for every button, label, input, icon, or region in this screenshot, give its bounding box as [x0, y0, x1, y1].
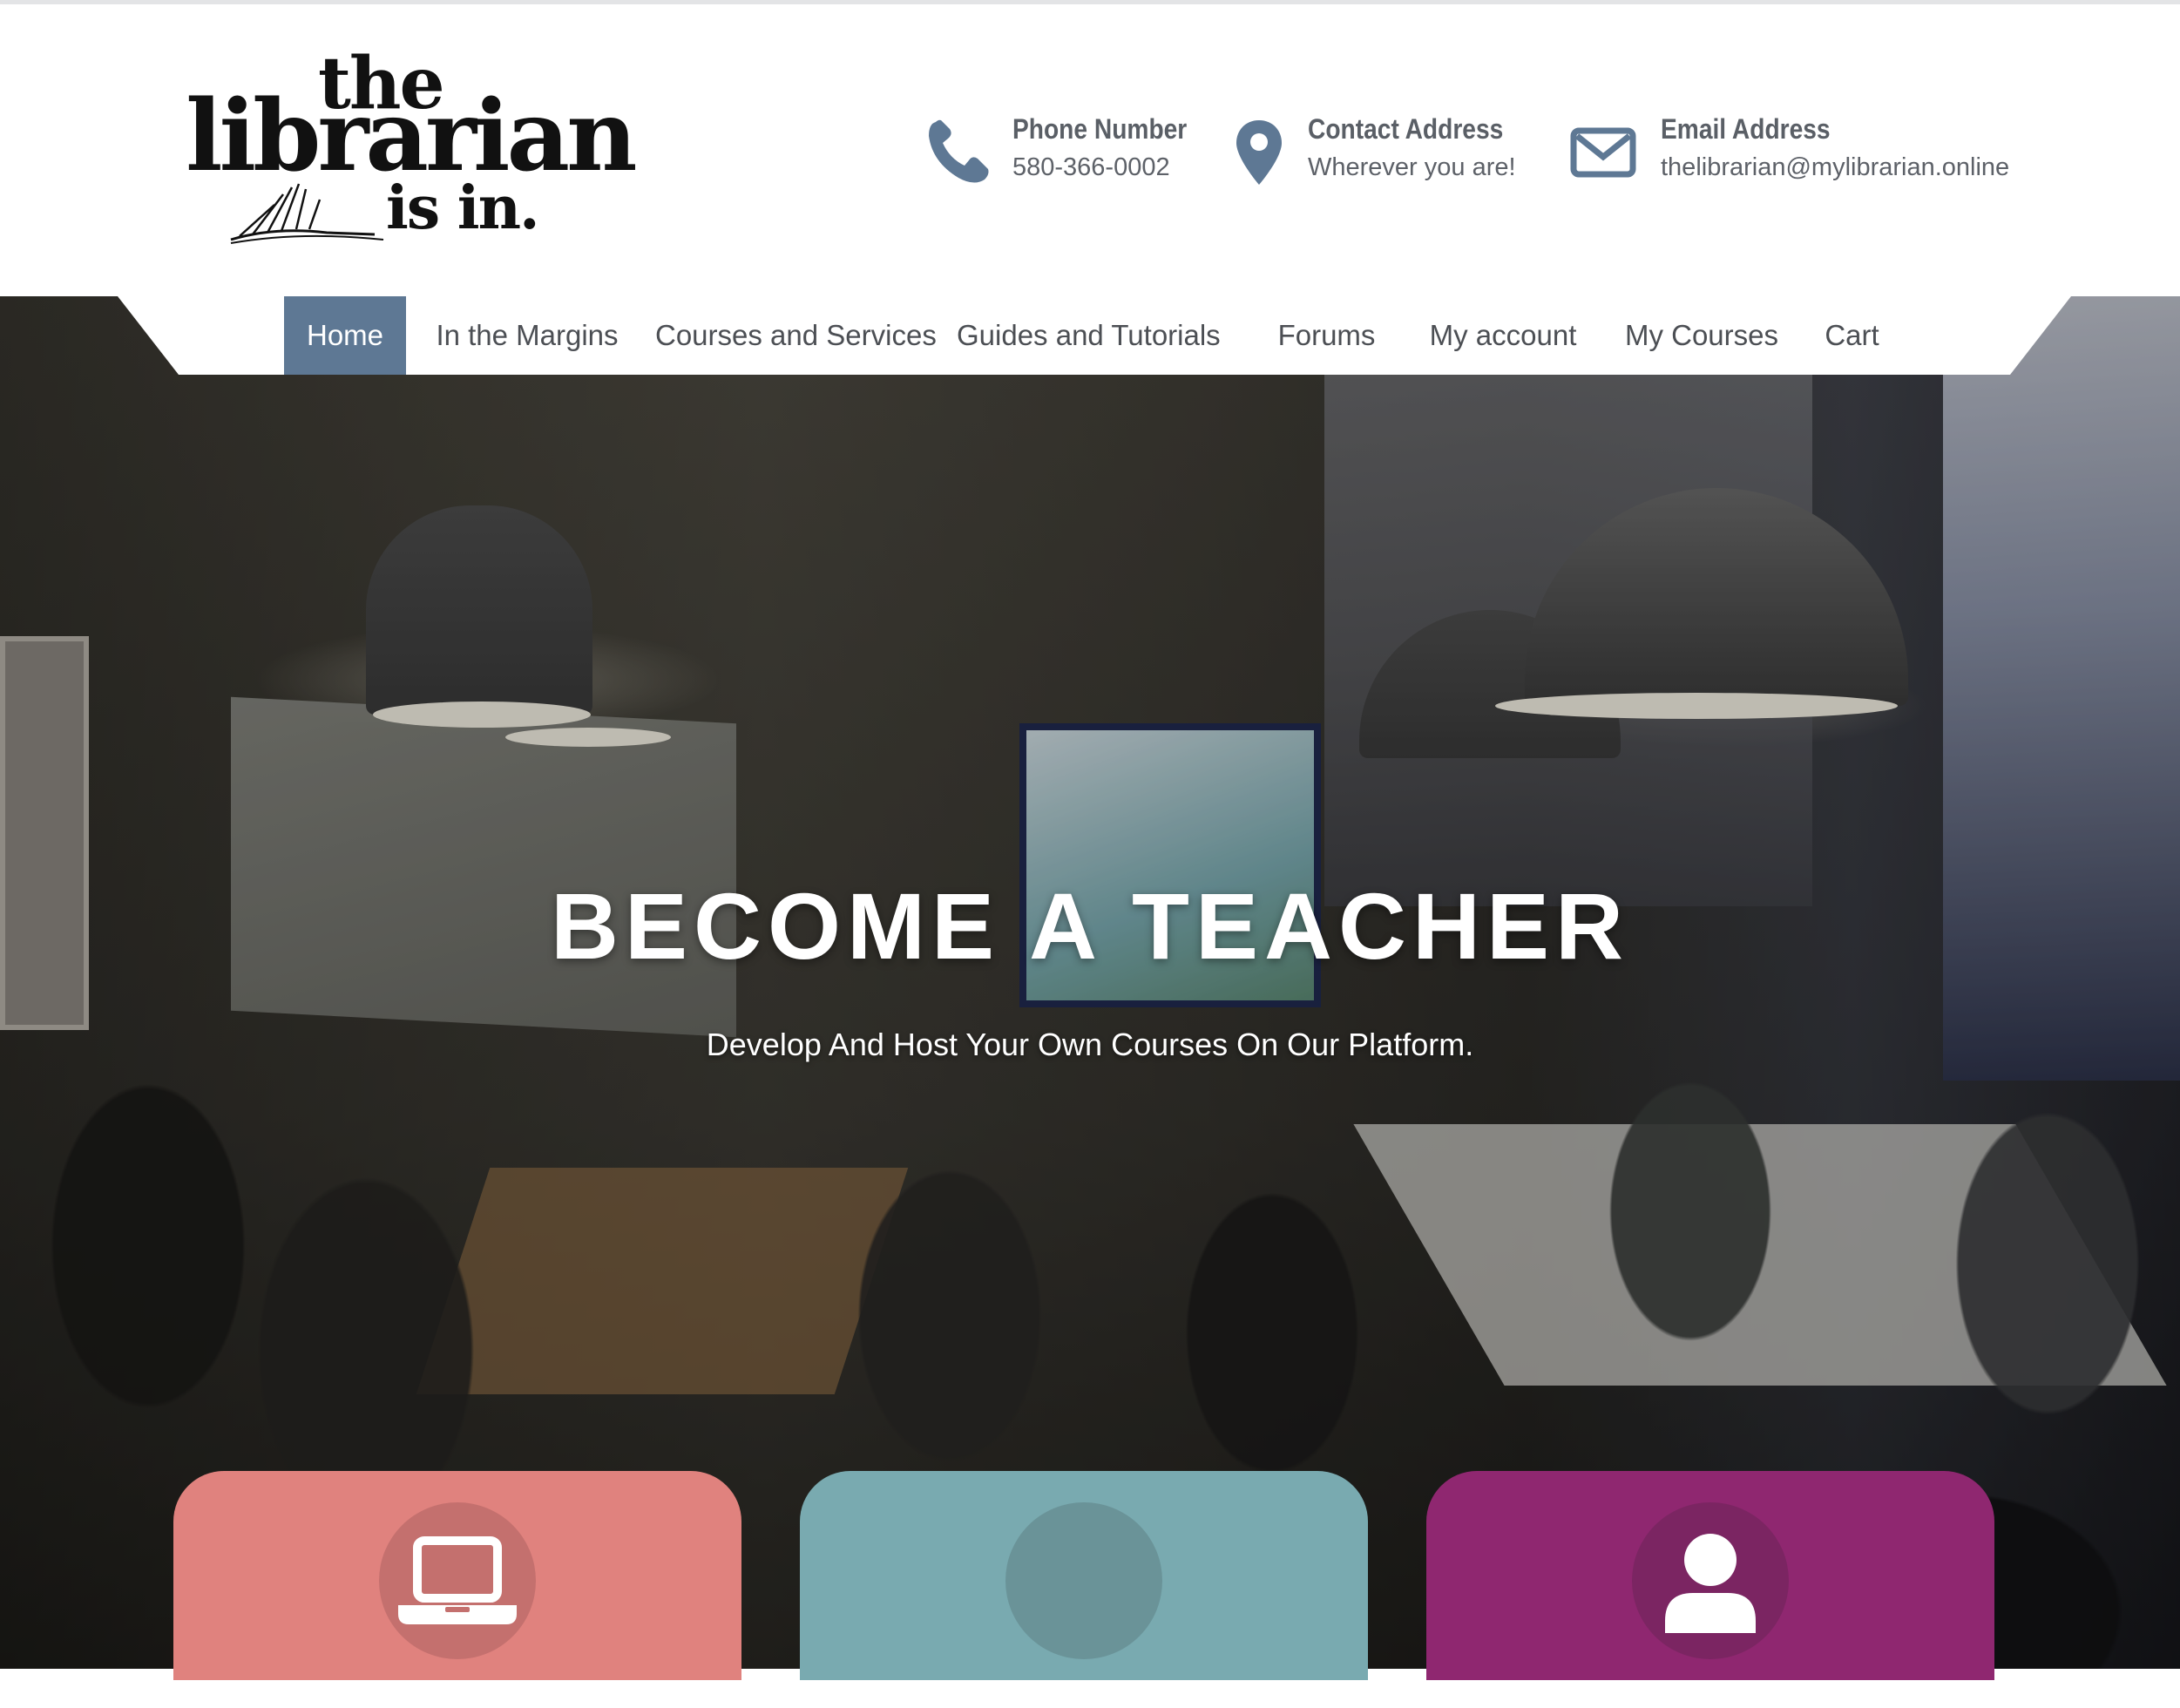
laptop-icon — [398, 1536, 517, 1624]
envelope-icon — [1570, 127, 1636, 178]
nav-item-my-account[interactable]: My account — [1425, 296, 1581, 375]
feature-card[interactable] — [800, 1471, 1368, 1680]
nav-item-courses-and-services[interactable]: Courses and Services — [655, 296, 937, 375]
email-value[interactable]: thelibrarian@mylibrarian.online — [1661, 153, 2009, 182]
logo-word-librarian: librarian — [186, 79, 638, 193]
phone-value[interactable]: 580-366-0002 — [1012, 153, 1170, 182]
phone-icon — [929, 119, 989, 183]
nav-item-forums[interactable]: Forums — [1276, 296, 1377, 375]
email-label: Email Address — [1661, 113, 1831, 145]
feature-card[interactable] — [173, 1471, 741, 1680]
nav-item-my-courses[interactable]: My Courses — [1623, 296, 1780, 375]
address-label: Contact Address — [1308, 113, 1504, 145]
nav-item-in-the-margins[interactable]: In the Margins — [431, 296, 623, 375]
open-book-icon — [230, 183, 384, 244]
user-icon — [1665, 1534, 1756, 1633]
hero-banner: BECOME A TEACHER Develop And Host Your O… — [0, 296, 2180, 1669]
site-header: the librarian is in. Phone Number 580-36… — [0, 4, 2180, 296]
hero-title: BECOME A TEACHER — [550, 873, 1630, 979]
feature-icon-circle — [1005, 1502, 1162, 1659]
contact-email: Email Address thelibrarian@mylibrarian.o… — [1568, 113, 2021, 192]
feature-card[interactable] — [1426, 1471, 1994, 1680]
nav-item-home[interactable]: Home — [284, 296, 406, 375]
main-nav: Home In the Margins Courses and Services… — [118, 296, 2071, 375]
hero-overlay — [0, 296, 2180, 1669]
contact-phone: Phone Number 580-366-0002 — [924, 113, 1188, 192]
hero-subtitle: Develop And Host Your Own Courses On Our… — [706, 1027, 1474, 1062]
site-logo[interactable]: the librarian is in. — [179, 48, 638, 257]
feature-icon-circle — [1632, 1502, 1789, 1659]
contact-address: Contact Address Wherever you are! — [1233, 113, 1529, 192]
nav-item-guides-and-tutorials[interactable]: Guides and Tutorials — [957, 296, 1221, 375]
map-pin-icon — [1236, 120, 1282, 185]
address-value: Wherever you are! — [1308, 153, 1516, 181]
page-bottom-strip — [0, 1680, 2180, 1708]
feature-icon-circle — [379, 1502, 536, 1659]
phone-label: Phone Number — [1012, 113, 1188, 145]
nav-item-cart[interactable]: Cart — [1819, 296, 1885, 375]
logo-word-is-in: is in. — [386, 173, 540, 243]
